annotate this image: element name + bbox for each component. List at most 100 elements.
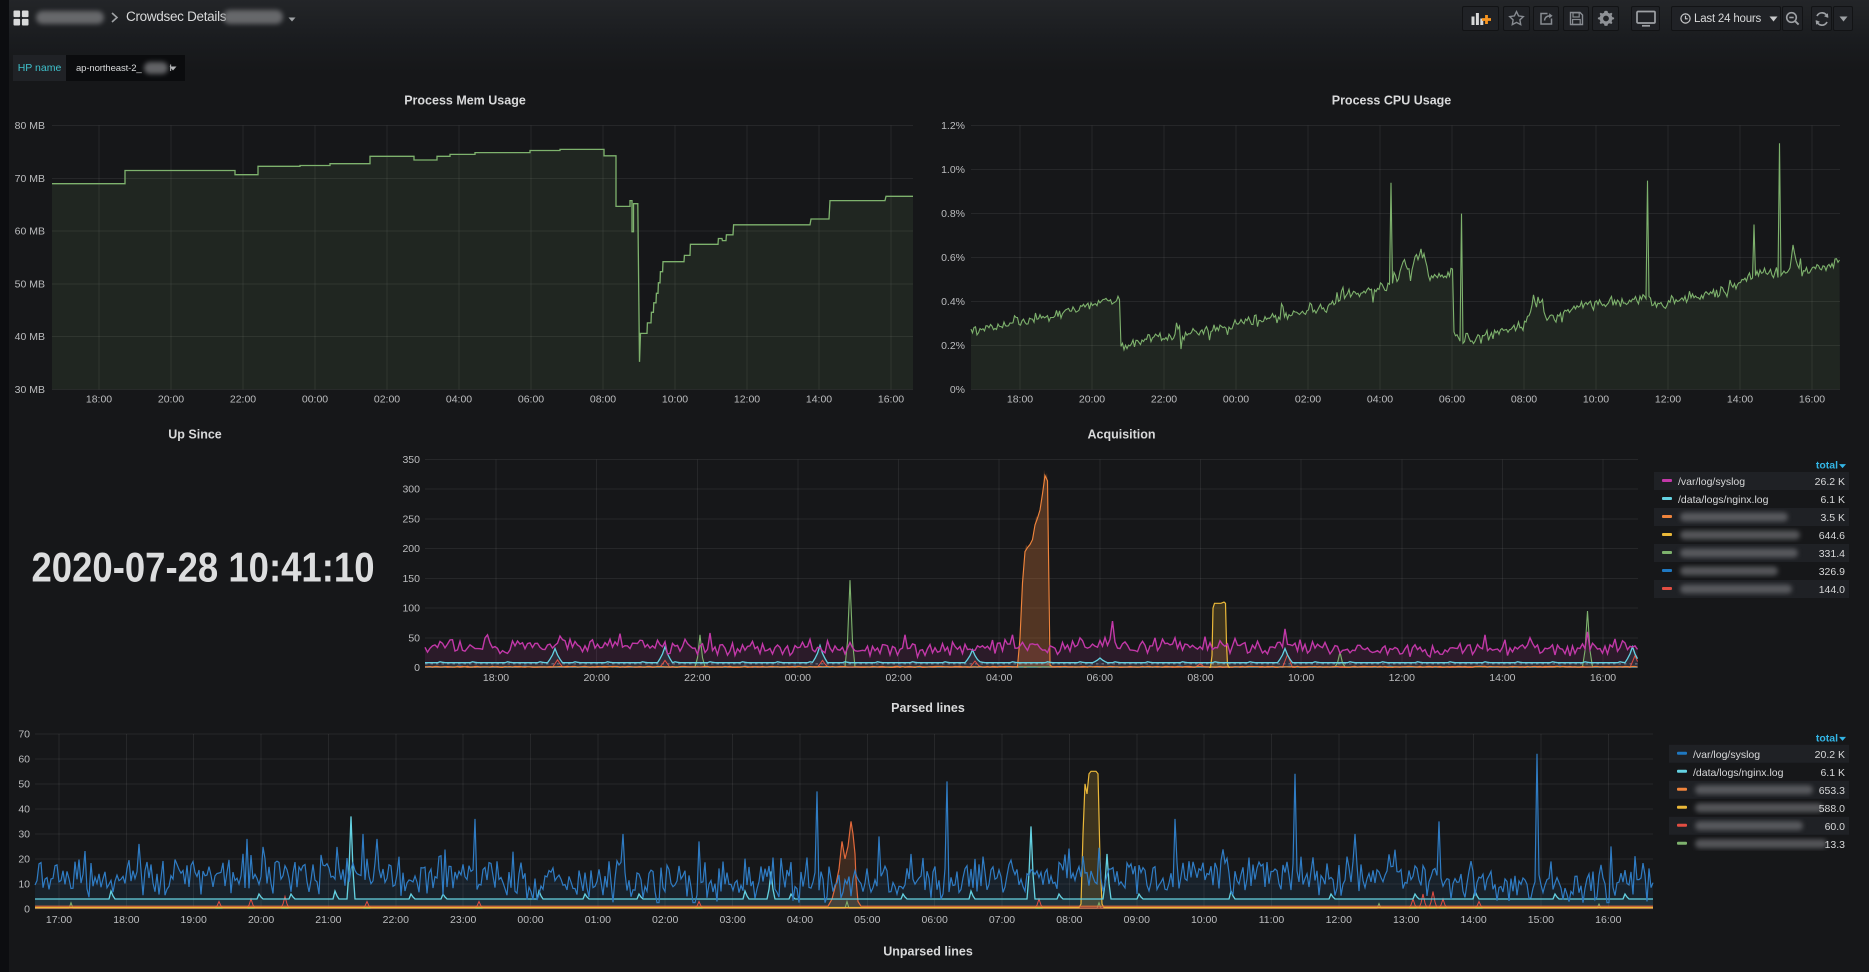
svg-text:100: 100 bbox=[402, 603, 420, 615]
svg-text:10:00: 10:00 bbox=[662, 394, 688, 406]
svg-text:12:00: 12:00 bbox=[1655, 394, 1681, 406]
svg-text:22:00: 22:00 bbox=[383, 914, 409, 926]
svg-text:Process Mem Usage: Process Mem Usage bbox=[404, 94, 526, 108]
svg-text:18:00: 18:00 bbox=[113, 914, 139, 926]
svg-text:0.6%: 0.6% bbox=[941, 252, 965, 264]
svg-text:250: 250 bbox=[402, 513, 420, 525]
svg-text:588.0: 588.0 bbox=[1819, 803, 1845, 815]
svg-text:Unparsed lines: Unparsed lines bbox=[883, 945, 973, 959]
svg-text:02:00: 02:00 bbox=[885, 672, 911, 684]
svg-text:/var/log/syslog: /var/log/syslog bbox=[1693, 749, 1760, 761]
svg-text:03:00: 03:00 bbox=[719, 914, 745, 926]
svg-text:13.3: 13.3 bbox=[1825, 839, 1846, 851]
svg-text:08:00: 08:00 bbox=[1511, 394, 1537, 406]
svg-text:2020-07-28 10:41:10: 2020-07-28 10:41:10 bbox=[32, 544, 375, 591]
svg-text:0.4%: 0.4% bbox=[941, 296, 965, 308]
svg-text:20:00: 20:00 bbox=[158, 394, 184, 406]
svg-text:12:00: 12:00 bbox=[1389, 672, 1415, 684]
svg-text:00:00: 00:00 bbox=[1223, 394, 1249, 406]
svg-text:50: 50 bbox=[408, 632, 420, 644]
svg-text:17:00: 17:00 bbox=[46, 914, 72, 926]
svg-text:10: 10 bbox=[18, 879, 30, 891]
svg-text:04:00: 04:00 bbox=[787, 914, 813, 926]
svg-text:30: 30 bbox=[18, 828, 30, 840]
svg-text:300: 300 bbox=[402, 484, 420, 496]
svg-text:02:00: 02:00 bbox=[652, 914, 678, 926]
svg-text:80 MB: 80 MB bbox=[15, 120, 45, 132]
svg-text:0.2%: 0.2% bbox=[941, 340, 965, 352]
svg-text:09:00: 09:00 bbox=[1124, 914, 1150, 926]
svg-text:06:00: 06:00 bbox=[518, 394, 544, 406]
svg-text:21:00: 21:00 bbox=[315, 914, 341, 926]
svg-text:04:00: 04:00 bbox=[1367, 394, 1393, 406]
svg-text:total: total bbox=[1816, 732, 1838, 744]
svg-text:16:00: 16:00 bbox=[1799, 394, 1825, 406]
svg-text:18:00: 18:00 bbox=[483, 672, 509, 684]
svg-text:144.0: 144.0 bbox=[1819, 584, 1845, 596]
svg-text:14:00: 14:00 bbox=[1460, 914, 1486, 926]
svg-text:total: total bbox=[1816, 460, 1838, 472]
svg-text:10:00: 10:00 bbox=[1288, 672, 1314, 684]
svg-text:10:00: 10:00 bbox=[1583, 394, 1609, 406]
svg-text:20:00: 20:00 bbox=[583, 672, 609, 684]
svg-text:60: 60 bbox=[18, 753, 30, 765]
svg-text:200: 200 bbox=[402, 543, 420, 555]
svg-text:Parsed lines: Parsed lines bbox=[891, 701, 965, 715]
svg-text:01:00: 01:00 bbox=[585, 914, 611, 926]
svg-text:/data/logs/nginx.log: /data/logs/nginx.log bbox=[1693, 767, 1784, 779]
svg-text:00:00: 00:00 bbox=[517, 914, 543, 926]
svg-text:04:00: 04:00 bbox=[446, 394, 472, 406]
svg-text:26.2 K: 26.2 K bbox=[1815, 476, 1845, 488]
svg-text:150: 150 bbox=[402, 573, 420, 585]
svg-text:02:00: 02:00 bbox=[1295, 394, 1321, 406]
svg-text:14:00: 14:00 bbox=[1489, 672, 1515, 684]
svg-text:350: 350 bbox=[402, 454, 420, 466]
svg-text:331.4: 331.4 bbox=[1819, 548, 1845, 560]
svg-text:50: 50 bbox=[18, 778, 30, 790]
svg-text:18:00: 18:00 bbox=[86, 394, 112, 406]
svg-text:/var/log/syslog: /var/log/syslog bbox=[1678, 476, 1745, 488]
svg-text:1.0%: 1.0% bbox=[941, 164, 965, 176]
svg-text:50 MB: 50 MB bbox=[15, 278, 45, 290]
svg-text:326.9: 326.9 bbox=[1819, 566, 1845, 578]
svg-text:6.1 K: 6.1 K bbox=[1820, 494, 1845, 506]
svg-text:Up Since: Up Since bbox=[168, 428, 222, 442]
svg-text:04:00: 04:00 bbox=[986, 672, 1012, 684]
svg-text:20.2 K: 20.2 K bbox=[1815, 749, 1845, 761]
svg-text:0: 0 bbox=[414, 662, 420, 674]
svg-text:16:00: 16:00 bbox=[1595, 914, 1621, 926]
svg-text:13:00: 13:00 bbox=[1393, 914, 1419, 926]
svg-text:70 MB: 70 MB bbox=[15, 173, 45, 185]
svg-text:0: 0 bbox=[24, 904, 30, 916]
svg-text:07:00: 07:00 bbox=[989, 914, 1015, 926]
svg-text:14:00: 14:00 bbox=[1727, 394, 1753, 406]
svg-text:18:00: 18:00 bbox=[1007, 394, 1033, 406]
svg-text:20: 20 bbox=[18, 853, 30, 865]
svg-text:6.1 K: 6.1 K bbox=[1820, 767, 1845, 779]
svg-text:0%: 0% bbox=[950, 384, 965, 396]
svg-text:12:00: 12:00 bbox=[1326, 914, 1352, 926]
svg-text:Process CPU Usage: Process CPU Usage bbox=[1332, 94, 1452, 108]
svg-text:06:00: 06:00 bbox=[1439, 394, 1465, 406]
svg-text:10:00: 10:00 bbox=[1191, 914, 1217, 926]
svg-text:22:00: 22:00 bbox=[684, 672, 710, 684]
svg-text:22:00: 22:00 bbox=[230, 394, 256, 406]
svg-text:12:00: 12:00 bbox=[734, 394, 760, 406]
svg-text:14:00: 14:00 bbox=[806, 394, 832, 406]
svg-text:08:00: 08:00 bbox=[1187, 672, 1213, 684]
svg-text:23:00: 23:00 bbox=[450, 914, 476, 926]
svg-text:05:00: 05:00 bbox=[854, 914, 880, 926]
svg-text:08:00: 08:00 bbox=[1056, 914, 1082, 926]
svg-text:20:00: 20:00 bbox=[1079, 394, 1105, 406]
svg-text:11:00: 11:00 bbox=[1259, 914, 1285, 926]
svg-text:40 MB: 40 MB bbox=[15, 331, 45, 343]
svg-text:3.5 K: 3.5 K bbox=[1820, 512, 1845, 524]
svg-text:19:00: 19:00 bbox=[181, 914, 207, 926]
svg-text:06:00: 06:00 bbox=[1087, 672, 1113, 684]
svg-text:16:00: 16:00 bbox=[1590, 672, 1616, 684]
svg-text:00:00: 00:00 bbox=[785, 672, 811, 684]
svg-text:30 MB: 30 MB bbox=[15, 384, 45, 396]
svg-text:1.2%: 1.2% bbox=[941, 120, 965, 132]
svg-text:16:00: 16:00 bbox=[878, 394, 904, 406]
svg-text:02:00: 02:00 bbox=[374, 394, 400, 406]
